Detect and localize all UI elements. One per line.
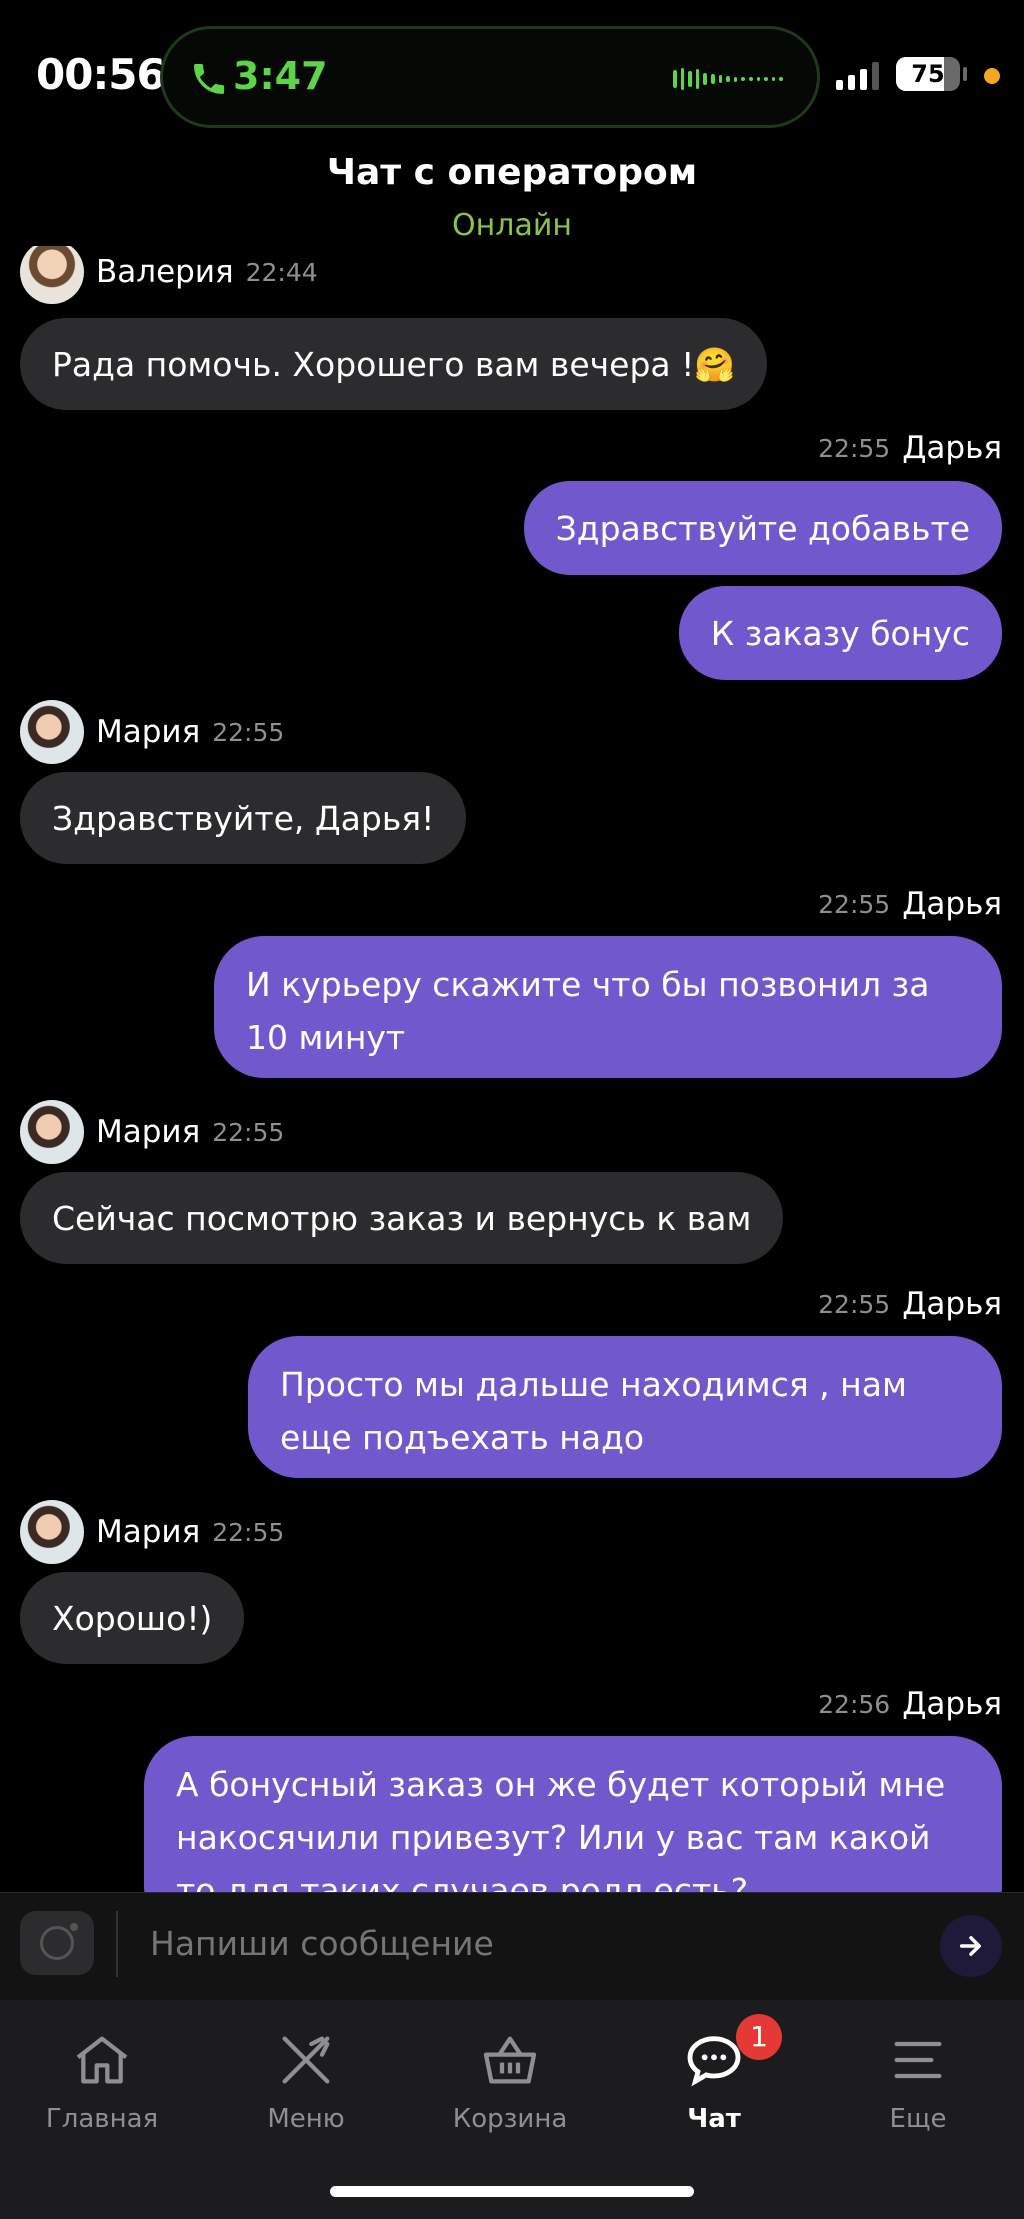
- tab-cart[interactable]: Корзина: [420, 2020, 600, 2134]
- operator-message-bubble[interactable]: Хорошо!): [20, 1572, 245, 1664]
- online-status: Онлайн: [452, 208, 572, 243]
- tab-label: Корзина: [452, 2104, 568, 2134]
- hamburger-icon: [894, 2041, 942, 2079]
- fork-knife-icon: [282, 2036, 330, 2084]
- privacy-indicator-dot: [984, 68, 1000, 84]
- home-icon: [76, 2036, 128, 2084]
- phone-icon: [194, 64, 224, 94]
- tab-home[interactable]: Главная: [12, 2020, 192, 2134]
- battery-cap: [963, 67, 967, 81]
- divider: [116, 1911, 118, 1977]
- tab-chat[interactable]: 1 Чат: [624, 2014, 804, 2134]
- user-message-header: 22:55 Дарья: [818, 428, 1002, 468]
- sender-name: Дарья: [902, 1686, 1002, 1722]
- clock: 00:56: [36, 50, 166, 99]
- tab-menu[interactable]: Меню: [216, 2020, 396, 2134]
- message-time: 22:56: [818, 1689, 891, 1719]
- operator-message-header: Валерия 22:44: [20, 246, 318, 304]
- chat-messages[interactable]: Валерия 22:44 Рада помочь. Хорошего вам …: [0, 246, 1024, 1892]
- user-message-bubble[interactable]: А бонусный заказ он же будет который мне…: [144, 1736, 1002, 1892]
- arrow-right-icon: [959, 1936, 981, 1956]
- avatar: [20, 700, 84, 764]
- operator-message-bubble[interactable]: Сейчас посмотрю заказ и вернусь к вам: [20, 1172, 784, 1264]
- message-time: 22:55: [212, 1517, 285, 1547]
- message-time: 22:55: [818, 889, 891, 919]
- message-time: 22:44: [245, 257, 318, 287]
- status-bar: 00:56 3:47 75: [0, 0, 1024, 150]
- user-message-bubble[interactable]: Здравствуйте добавьте: [523, 481, 1002, 575]
- avatar: [20, 1100, 84, 1164]
- user-message-header: 22:55 Дарья: [818, 1284, 1002, 1324]
- home-indicator[interactable]: [330, 2186, 694, 2197]
- sender-name: Дарья: [902, 886, 1002, 922]
- user-message-bubble[interactable]: И курьеру скажите что бы позвонил за 10 …: [214, 936, 1002, 1078]
- message-time: 22:55: [818, 433, 891, 463]
- send-button[interactable]: [940, 1915, 1002, 1977]
- user-message-bubble[interactable]: Просто мы дальше находимся , нам еще под…: [248, 1336, 1002, 1478]
- sender-name: Мария: [96, 1114, 201, 1150]
- user-message-header: 22:55 Дарья: [818, 884, 1002, 924]
- tab-label: Меню: [267, 2104, 345, 2134]
- operator-message-header: Мария 22:55: [20, 1100, 284, 1164]
- cellular-signal-icon: [836, 60, 879, 90]
- sender-name: Мария: [96, 1514, 201, 1550]
- tab-label: Чат: [687, 2104, 741, 2134]
- audio-wave-icon: [673, 67, 783, 91]
- avatar: [20, 1500, 84, 1564]
- operator-message-bubble[interactable]: Здравствуйте, Дарья!: [20, 772, 467, 864]
- message-time: 22:55: [212, 717, 285, 747]
- operator-message-header: Мария 22:55: [20, 1500, 284, 1564]
- message-composer: [0, 1892, 1024, 2000]
- message-input[interactable]: [150, 1911, 930, 1977]
- sender-name: Дарья: [902, 1286, 1002, 1322]
- active-call-pill[interactable]: 3:47: [160, 26, 820, 128]
- battery-icon: 75: [896, 57, 960, 91]
- basket-icon: [483, 2036, 537, 2084]
- tab-label: Главная: [45, 2104, 159, 2134]
- battery-level: 75: [911, 60, 945, 88]
- sender-name: Мария: [96, 714, 201, 750]
- message-time: 22:55: [212, 1117, 285, 1147]
- operator-message-header: Мария 22:55: [20, 700, 284, 764]
- camera-icon[interactable]: [20, 1911, 94, 1975]
- user-message-bubble[interactable]: К заказу бонус: [678, 586, 1002, 680]
- message-time: 22:55: [818, 1289, 891, 1319]
- tab-more[interactable]: Еще: [828, 2020, 1008, 2134]
- operator-message-bubble[interactable]: Рада помочь. Хорошего вам вечера !🤗: [20, 318, 768, 410]
- user-message-header: 22:56 Дарья: [818, 1684, 1002, 1724]
- sender-name: Дарья: [902, 430, 1002, 466]
- avatar: [20, 246, 84, 304]
- unread-badge: 1: [736, 2014, 782, 2060]
- page-title: Чат с оператором: [326, 152, 698, 193]
- call-duration: 3:47: [233, 54, 328, 98]
- sender-name: Валерия: [96, 254, 234, 290]
- tab-label: Еще: [889, 2104, 947, 2134]
